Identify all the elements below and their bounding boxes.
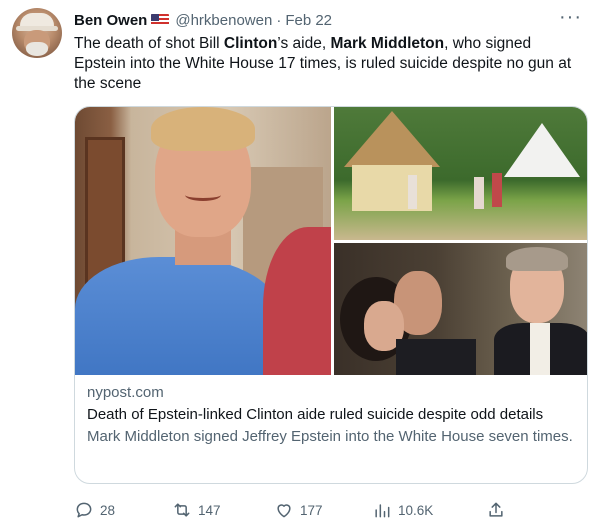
- us-flag-icon: [151, 14, 170, 26]
- share-button[interactable]: [486, 498, 506, 522]
- tweet-header: Ben Owen @hrkbenowen · Feb 22: [74, 10, 332, 30]
- tweet-text-part1: The death of shot Bill: [74, 35, 224, 52]
- tweet-text-part2: ’s aide,: [277, 35, 331, 52]
- card-title: Death of Epstein-linked Clinton aide rul…: [87, 406, 544, 423]
- hut-person: [474, 177, 484, 209]
- card-domain: nypost.com: [87, 384, 164, 401]
- share-icon: [489, 502, 503, 517]
- retweet-count: 147: [198, 502, 221, 518]
- card-media[interactable]: [75, 107, 587, 375]
- more-options-icon[interactable]: ···: [559, 6, 582, 29]
- avatar-beard: [26, 42, 48, 56]
- link-card[interactable]: nypost.com Death of Epstein-linked Clint…: [74, 106, 588, 484]
- hut-roof: [344, 111, 440, 167]
- view-count: 10.6K: [398, 502, 434, 518]
- portrait-smile: [185, 189, 221, 201]
- like-count: 177: [300, 502, 323, 518]
- reply-count: 28: [100, 502, 116, 518]
- portrait-hair: [151, 107, 255, 151]
- group-man-suit: [396, 339, 476, 375]
- views-chart-icon: [375, 504, 390, 518]
- author-name[interactable]: Ben Owen: [74, 12, 147, 29]
- hut-person: [408, 175, 417, 209]
- tweet-date[interactable]: Feb 22: [285, 12, 332, 29]
- card-description: Mark Middleton signed Jeffrey Epstein in…: [87, 428, 573, 445]
- views-button[interactable]: 10.6K: [372, 498, 433, 522]
- tweet-text: The death of shot Bill Clinton’s aide, M…: [74, 34, 574, 94]
- group-clinton-hair: [506, 247, 568, 271]
- card-image-hut: [334, 107, 587, 240]
- tweet-text-bold-clinton: Clinton: [223, 35, 278, 52]
- retweet-button[interactable]: 147: [172, 498, 221, 522]
- hut-person: [492, 173, 502, 207]
- tweet-text-bold-middleton: Mark Middleton: [330, 35, 445, 52]
- heart-icon: [277, 504, 291, 518]
- tweet-actions: 28 147 177 10.6K: [74, 498, 514, 522]
- portrait-shirt: [75, 257, 285, 375]
- card-image-portrait: [75, 107, 331, 375]
- reply-button[interactable]: 28: [74, 498, 115, 522]
- card-image-group: [334, 243, 587, 375]
- like-button[interactable]: 177: [274, 498, 323, 522]
- author-handle[interactable]: @hrkbenowen: [175, 12, 272, 29]
- card-meta: nypost.com Death of Epstein-linked Clint…: [87, 383, 577, 447]
- retweet-icon: [174, 503, 190, 517]
- reply-icon: [76, 502, 92, 518]
- separator-dot: ·: [276, 11, 282, 29]
- group-clinton-shirt: [530, 323, 550, 375]
- avatar[interactable]: [12, 8, 62, 58]
- hut-tent: [504, 123, 580, 177]
- hut-wall: [352, 165, 432, 211]
